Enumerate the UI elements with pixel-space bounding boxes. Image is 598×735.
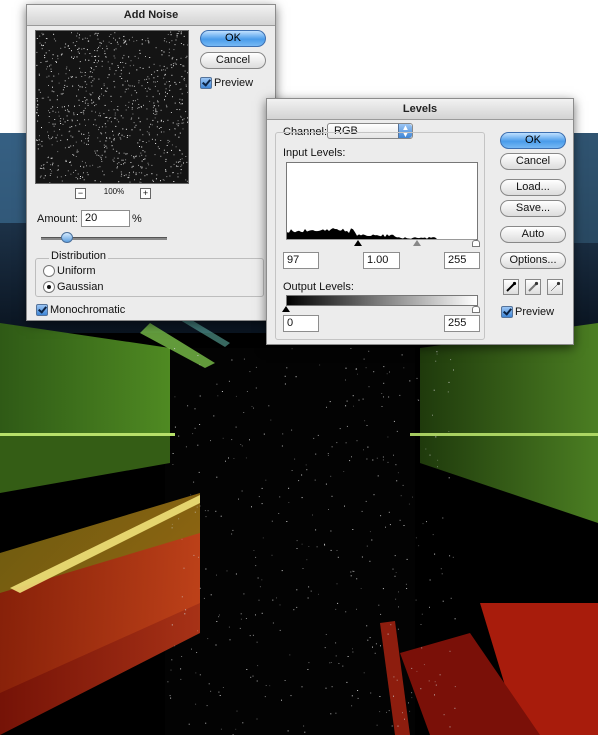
gaussian-radio[interactable] (43, 281, 55, 293)
eyedropper-gray-icon (528, 281, 539, 292)
levels-save-button[interactable]: Save... (500, 200, 566, 217)
noise-preview-image[interactable] (35, 30, 189, 184)
levels-preview-checkbox[interactable] (501, 306, 513, 318)
input-levels-label: Input Levels: (283, 147, 346, 159)
amount-input[interactable]: 20 (81, 210, 130, 227)
zoom-out-button[interactable]: − (75, 188, 86, 199)
black-eyedropper-button[interactable] (503, 279, 519, 295)
levels-load-button[interactable]: Load... (500, 179, 566, 196)
noise-preview-pattern (36, 31, 188, 183)
levels-preview-label: Preview (515, 306, 555, 318)
output-white-slider[interactable] (472, 306, 480, 313)
distribution-label: Distribution (49, 250, 109, 262)
input-white-slider[interactable] (472, 240, 480, 247)
output-black-slider[interactable] (282, 306, 290, 312)
monochromatic-label: Monochromatic (50, 304, 126, 316)
amount-unit: % (132, 213, 142, 225)
monochromatic-checkbox[interactable] (36, 304, 48, 316)
add-noise-ok-button[interactable]: OK (200, 30, 266, 47)
input-gamma-field[interactable]: 1.00 (363, 252, 400, 269)
output-levels-label: Output Levels: (283, 281, 354, 293)
add-noise-preview-checkbox[interactable] (200, 77, 212, 89)
input-gamma-slider[interactable] (413, 240, 421, 246)
white-eyedropper-button[interactable] (547, 279, 563, 295)
levels-options-button[interactable]: Options... (500, 252, 566, 269)
gaussian-label: Gaussian (57, 281, 104, 293)
add-noise-cancel-button[interactable]: Cancel (200, 52, 266, 69)
levels-cancel-button[interactable]: Cancel (500, 153, 566, 170)
output-black-field[interactable]: 0 (283, 315, 319, 332)
input-black-slider[interactable] (354, 240, 362, 246)
eyedropper-black-icon (506, 281, 517, 292)
amount-slider-track[interactable] (41, 237, 167, 240)
add-noise-dialog: Add Noise − 100% + OK Cancel Preview Amo… (26, 4, 276, 321)
histogram (286, 162, 478, 240)
input-black-field[interactable]: 97 (283, 252, 319, 269)
gray-eyedropper-button[interactable] (525, 279, 541, 295)
levels-auto-button[interactable]: Auto (500, 226, 566, 243)
uniform-label: Uniform (57, 265, 96, 277)
levels-dialog: Levels Channel: RGB ▲ ▼ Input Levels: 97 … (266, 98, 574, 345)
zoom-level-label: 100% (103, 187, 125, 196)
levels-title: Levels (267, 99, 573, 120)
input-slider-track[interactable] (286, 239, 476, 240)
levels-ok-button[interactable]: OK (500, 132, 566, 149)
input-white-field[interactable]: 255 (444, 252, 480, 269)
uniform-radio[interactable] (43, 265, 55, 277)
output-white-field[interactable]: 255 (444, 315, 480, 332)
amount-label: Amount: (37, 213, 78, 225)
output-gradient-bar (286, 295, 478, 306)
add-noise-title: Add Noise (27, 5, 275, 26)
add-noise-preview-label: Preview (214, 77, 254, 89)
eyedropper-white-icon (550, 281, 561, 292)
amount-slider-thumb[interactable] (61, 232, 74, 243)
histogram-graph (287, 228, 477, 239)
zoom-in-button[interactable]: + (140, 188, 151, 199)
